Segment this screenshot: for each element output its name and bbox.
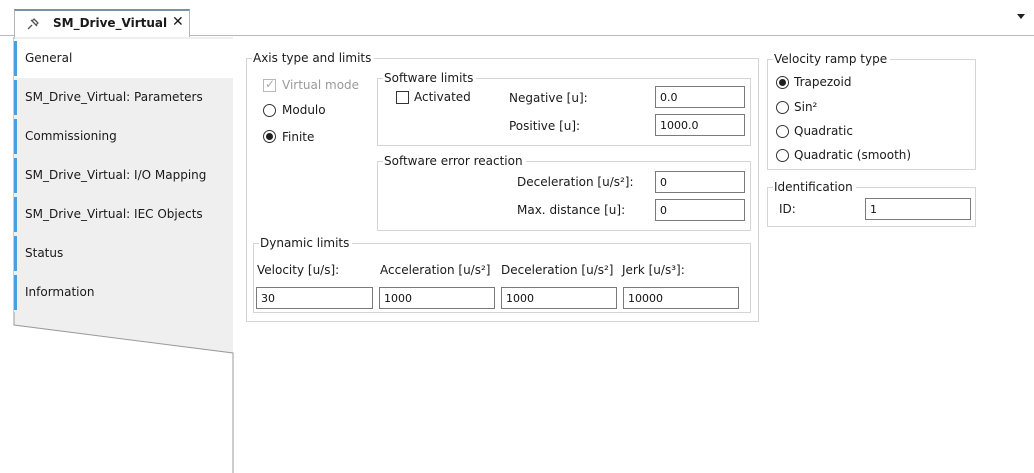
- checkmark-icon: ✓: [265, 77, 276, 91]
- acceleration-label: Acceleration [u/s²]: [380, 263, 491, 277]
- finite-label: Finite: [282, 130, 315, 144]
- side-tab-accent: [14, 275, 17, 310]
- jerk-input[interactable]: [623, 287, 739, 309]
- negative-label: Negative [u]:: [509, 91, 588, 105]
- positive-limit-input[interactable]: [655, 114, 745, 136]
- ramp-radio-4[interactable]: [776, 149, 789, 162]
- ramp-radio-2[interactable]: [776, 101, 789, 114]
- dynamic-deceleration-input[interactable]: [501, 287, 617, 309]
- velocity-label: Velocity [u/s]:: [257, 263, 340, 277]
- activated-checkbox[interactable]: [396, 91, 409, 104]
- error-deceleration-label: Deceleration [u/s²]:: [517, 175, 634, 189]
- chevron-down-icon[interactable]: [1017, 14, 1025, 19]
- ramp-option-label: Quadratic: [794, 124, 853, 138]
- positive-label: Positive [u]:: [509, 119, 581, 133]
- identification-legend: Identification: [773, 180, 856, 194]
- dynamic-deceleration-label: Deceleration [u/s²]: [501, 263, 614, 277]
- velocity-input[interactable]: [256, 287, 373, 309]
- id-label: ID:: [779, 202, 796, 216]
- side-tab-accent: [14, 41, 17, 76]
- ramp-option-label: Trapezoid: [794, 75, 852, 89]
- virtual-mode-label: Virtual mode: [282, 78, 360, 92]
- activated-label: Activated: [414, 90, 471, 104]
- software-limits-legend: Software limits: [383, 71, 477, 85]
- side-tab-accent: [14, 119, 17, 154]
- error-deceleration-input[interactable]: [655, 171, 745, 193]
- ramp-radio-3[interactable]: [776, 125, 789, 138]
- side-tab-accent: [14, 236, 17, 271]
- ramp-option-label: Quadratic (smooth): [794, 148, 912, 162]
- finite-radio[interactable]: [263, 130, 276, 143]
- side-tab-accent: [14, 197, 17, 232]
- side-tab-7[interactable]: Information: [14, 273, 233, 312]
- side-tab-label: SM_Drive_Virtual: IEC Objects: [25, 207, 203, 221]
- max-distance-label: Max. distance [u]:: [517, 203, 626, 217]
- jerk-label: Jerk [u/s³]:: [622, 263, 685, 277]
- acceleration-input[interactable]: [379, 287, 495, 309]
- negative-limit-input[interactable]: [655, 86, 745, 108]
- side-tab-5[interactable]: SM_Drive_Virtual: IEC Objects: [14, 195, 233, 234]
- document-tab[interactable]: SM_Drive_Virtual ✕: [14, 9, 190, 37]
- ramp-option-label: Sin²: [794, 100, 818, 114]
- id-input[interactable]: [865, 198, 971, 220]
- dynamic-limits-legend: Dynamic limits: [259, 236, 353, 250]
- pin-icon: [27, 18, 39, 30]
- virtual-mode-checkbox[interactable]: ✓: [263, 77, 276, 92]
- side-tab-6[interactable]: Status: [14, 234, 233, 273]
- side-tab-label: Commissioning: [25, 129, 117, 143]
- axis-type-legend: Axis type and limits: [252, 51, 375, 65]
- side-tab-label: SM_Drive_Virtual: I/O Mapping: [25, 168, 207, 182]
- side-tab-accent: [14, 80, 17, 115]
- side-tab-2[interactable]: SM_Drive_Virtual: Parameters: [14, 78, 233, 117]
- ramp-radio-1[interactable]: [776, 76, 789, 89]
- close-icon[interactable]: ✕: [172, 14, 184, 30]
- velocity-ramp-legend: Velocity ramp type: [773, 52, 891, 66]
- side-tab-label: Information: [25, 285, 95, 299]
- side-tab-label: General: [25, 51, 73, 65]
- modulo-radio[interactable]: [263, 104, 276, 117]
- max-distance-input[interactable]: [655, 199, 745, 221]
- side-tab-1[interactable]: General: [14, 39, 233, 78]
- document-tab-title: SM_Drive_Virtual: [53, 16, 168, 30]
- side-tab-label: Status: [25, 246, 64, 260]
- software-error-reaction-legend: Software error reaction: [383, 154, 526, 168]
- side-tab-4[interactable]: SM_Drive_Virtual: I/O Mapping: [14, 156, 233, 195]
- side-tab-label: SM_Drive_Virtual: Parameters: [25, 90, 203, 104]
- modulo-label: Modulo: [282, 103, 326, 117]
- side-tab-3[interactable]: Commissioning: [14, 117, 233, 156]
- side-tab-accent: [14, 158, 17, 193]
